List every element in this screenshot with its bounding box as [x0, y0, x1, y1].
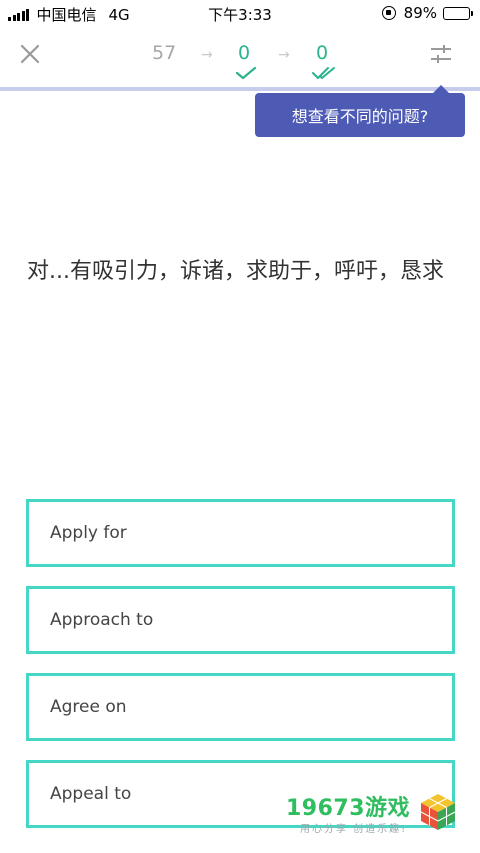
- close-button[interactable]: [18, 42, 42, 66]
- tooltip-text: 想查看不同的问题?: [291, 107, 429, 126]
- status-right: 89%: [381, 4, 473, 22]
- settings-sliders-icon: [431, 45, 451, 63]
- progress-header: 57 → 0 → 0: [0, 28, 480, 86]
- settings-button[interactable]: [430, 44, 452, 64]
- answer-label: Agree on: [50, 697, 127, 717]
- double-check-icon: [312, 67, 335, 79]
- battery-icon: [443, 6, 473, 20]
- correct-once-count: 0: [238, 42, 251, 64]
- answer-label: Appeal to: [50, 784, 132, 804]
- answer-label: Approach to: [50, 610, 154, 630]
- answer-option[interactable]: Apply for: [26, 499, 455, 567]
- watermark-title: 19673游戏: [286, 796, 411, 821]
- answer-option[interactable]: Approach to: [26, 586, 455, 654]
- rotation-lock-icon: [381, 6, 396, 20]
- check-icon: [235, 66, 257, 80]
- answer-label: Apply for: [50, 523, 127, 543]
- answer-option[interactable]: Agree on: [26, 673, 455, 741]
- remaining-count: 57: [152, 42, 177, 64]
- close-icon: [20, 44, 40, 64]
- arrow-right-icon: →: [201, 47, 213, 63]
- question-prompt: 对...有吸引力，诉诸，求助于，呼吁，恳求: [27, 259, 444, 284]
- correct-twice-count: 0: [316, 42, 329, 64]
- arrow-right-icon: →: [278, 47, 290, 63]
- watermark-subtitle: 用心分享 创造乐趣!: [300, 824, 408, 835]
- cube-logo-icon: [420, 794, 456, 830]
- status-bar: 中国电信 4G 下午3:33 89%: [0, 0, 480, 28]
- watermark-logo: 19673游戏 用心分享 创造乐趣!: [286, 790, 464, 840]
- change-question-tooltip[interactable]: 想查看不同的问题?: [255, 85, 465, 137]
- battery-percent: 89%: [403, 4, 437, 22]
- progress-track: [0, 87, 480, 91]
